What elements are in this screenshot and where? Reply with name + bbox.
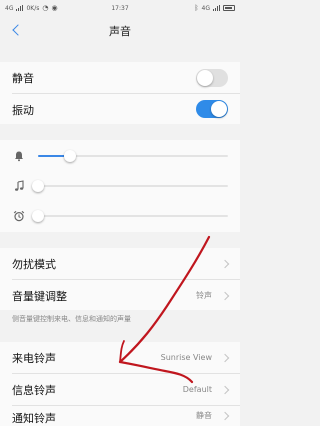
- back-icon[interactable]: [10, 23, 24, 39]
- toggle-knob: [211, 101, 227, 117]
- wifi-icon: ◔: [42, 4, 49, 12]
- chevron-right-icon: [220, 291, 230, 300]
- chevron-right-icon: [220, 385, 230, 394]
- chevron-right-icon: [220, 259, 230, 268]
- network-type-right: 4G: [201, 4, 210, 12]
- ring-volume-row: [0, 142, 240, 170]
- media-volume-row: [0, 172, 240, 200]
- status-bar: 4G 0K/s ◔ ◉ 17:37 ᛒ 4G: [0, 0, 240, 16]
- vibrate-toggle[interactable]: [196, 100, 228, 118]
- page-title: 声音: [109, 25, 131, 38]
- chevron-right-icon: [220, 411, 230, 421]
- signal-icon: [16, 5, 24, 11]
- volume-key-label: 音量键调整: [12, 289, 67, 303]
- battery-icon: [223, 5, 235, 11]
- mute-toggle[interactable]: [196, 69, 228, 87]
- media-volume-slider[interactable]: [32, 180, 228, 192]
- ringtone-value: Sunrise View: [160, 353, 212, 362]
- bluetooth-icon: ᛒ: [194, 4, 199, 12]
- chevron-right-icon: [220, 353, 230, 362]
- ring-volume-slider[interactable]: [38, 150, 228, 162]
- sync-icon: ◉: [51, 4, 58, 12]
- message-tone-label: 信息铃声: [12, 383, 56, 397]
- music-note-icon: [15, 180, 24, 191]
- signal-icon-right: [213, 5, 220, 11]
- slider-thumb[interactable]: [64, 150, 77, 162]
- volume-key-row[interactable]: 音量键调整 铃声: [0, 280, 240, 311]
- message-tone-value: Default: [182, 385, 212, 394]
- alarm-clock-icon: [13, 210, 25, 222]
- network-type: 4G: [5, 4, 14, 12]
- dnd-label: 勿扰模式: [12, 257, 56, 271]
- toggle-knob: [197, 70, 213, 86]
- alarm-volume-slider[interactable]: [32, 210, 228, 222]
- network-speed: 0K/s: [26, 4, 40, 12]
- header: 声音: [0, 16, 240, 46]
- dnd-row[interactable]: 勿扰模式: [0, 248, 240, 279]
- slider-thumb[interactable]: [32, 180, 44, 192]
- slider-thumb[interactable]: [32, 210, 44, 222]
- volume-key-value: 铃声: [196, 291, 212, 300]
- ringtone-row[interactable]: 来电铃声 Sunrise View: [0, 342, 240, 373]
- clock: 17:37: [111, 4, 129, 12]
- notification-tone-label: 通知铃声: [12, 412, 56, 425]
- message-tone-row[interactable]: 信息铃声 Default: [0, 374, 240, 405]
- volume-key-description: 侧音量键控制来电、信息和通知的声量: [12, 315, 131, 323]
- alarm-volume-row: [0, 202, 240, 230]
- notification-tone-row[interactable]: 通知铃声 静音: [0, 406, 240, 426]
- notification-tone-value: 静音: [196, 411, 212, 420]
- bell-icon: [15, 151, 23, 162]
- ringtone-label: 来电铃声: [12, 351, 56, 365]
